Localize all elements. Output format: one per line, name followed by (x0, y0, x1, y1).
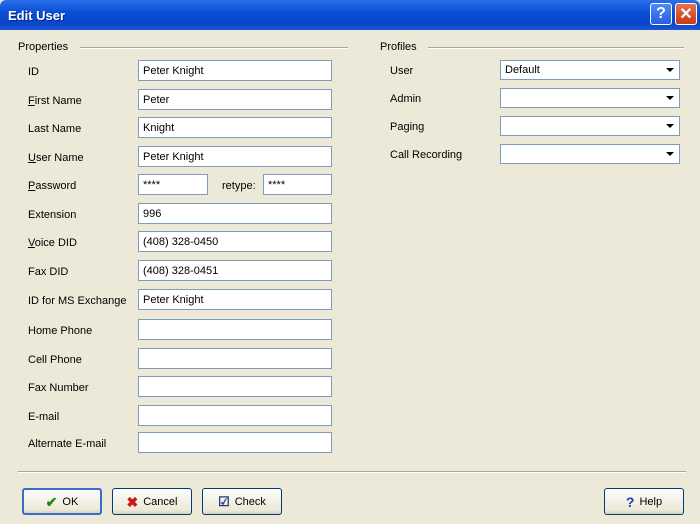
voice-did-field[interactable] (138, 231, 332, 252)
retype-field[interactable] (263, 174, 332, 195)
label-profile-call-recording: Call Recording (390, 149, 463, 161)
label-voice-did: Voice DID (28, 237, 77, 249)
check-doc-icon: ☑ (218, 493, 230, 509)
properties-group-label: Properties (18, 41, 69, 53)
user-profile-select[interactable]: Default (500, 60, 680, 80)
label-password: Password (28, 180, 77, 192)
fax-number-field[interactable] (138, 376, 332, 397)
label-last-name: Last Name (28, 123, 82, 135)
title-bar: Edit User ? ✕ (0, 0, 700, 30)
alternate-email-field[interactable] (138, 432, 332, 453)
x-icon: ✖ (126, 493, 139, 510)
email-field[interactable] (138, 405, 332, 426)
extension-field[interactable] (138, 203, 332, 224)
cell-phone-field[interactable] (138, 348, 332, 369)
check-icon: ✔ (45, 493, 58, 510)
label-fax-did: Fax DID (28, 266, 69, 278)
chevron-down-icon[interactable] (662, 118, 678, 134)
admin-profile-select[interactable] (500, 88, 680, 108)
label-profile-user: User (390, 65, 414, 77)
check-button-label: Check (234, 495, 266, 508)
label-ms-exchange: ID for MS Exchange (28, 295, 127, 307)
chevron-down-icon[interactable] (662, 146, 678, 162)
user-profile-value: Default (505, 64, 540, 76)
bottom-divider (18, 471, 686, 473)
profiles-group-line (428, 47, 684, 49)
label-home-phone: Home Phone (28, 325, 93, 337)
close-icon: ✕ (679, 6, 693, 23)
fax-did-field[interactable] (138, 260, 332, 281)
label-profile-admin: Admin (390, 93, 422, 105)
check-button[interactable]: ☑ Check (202, 488, 282, 515)
cancel-button-label: Cancel (143, 495, 178, 508)
first-name-field[interactable] (138, 89, 332, 110)
label-fax-number: Fax Number (28, 382, 89, 394)
ok-button[interactable]: ✔ OK (22, 488, 102, 515)
user-name-field[interactable] (138, 146, 332, 167)
title-close-button[interactable]: ✕ (675, 3, 697, 25)
retype-label: retype: (222, 180, 256, 192)
call-recording-profile-select[interactable] (500, 144, 680, 164)
ms-exchange-field[interactable] (138, 289, 332, 310)
profiles-group-label: Profiles (380, 41, 417, 53)
label-email: E-mail (28, 411, 60, 423)
help-button-label: Help (639, 495, 663, 508)
label-id: ID (28, 66, 39, 78)
chevron-down-icon[interactable] (662, 90, 678, 106)
label-first-name: First Name (28, 95, 82, 107)
ok-button-label: OK (62, 495, 79, 508)
help-button[interactable]: ? Help (604, 488, 684, 515)
help-icon: ? (656, 5, 666, 22)
properties-group-line (80, 47, 348, 49)
cancel-button[interactable]: ✖ Cancel (112, 488, 192, 515)
question-icon: ? (625, 493, 635, 510)
title-help-button[interactable]: ? (650, 3, 672, 25)
label-extension: Extension (28, 209, 77, 221)
paging-profile-select[interactable] (500, 116, 680, 136)
window-title: Edit User (8, 8, 66, 23)
label-alternate-email: Alternate E-mail (28, 438, 107, 450)
label-profile-paging: Paging (390, 121, 425, 133)
label-cell-phone: Cell Phone (28, 354, 82, 366)
last-name-field[interactable] (138, 117, 332, 138)
password-field[interactable] (138, 174, 208, 195)
chevron-down-icon[interactable] (662, 62, 678, 78)
label-user-name: User Name (28, 152, 84, 164)
id-field[interactable] (138, 60, 332, 81)
home-phone-field[interactable] (138, 319, 332, 340)
